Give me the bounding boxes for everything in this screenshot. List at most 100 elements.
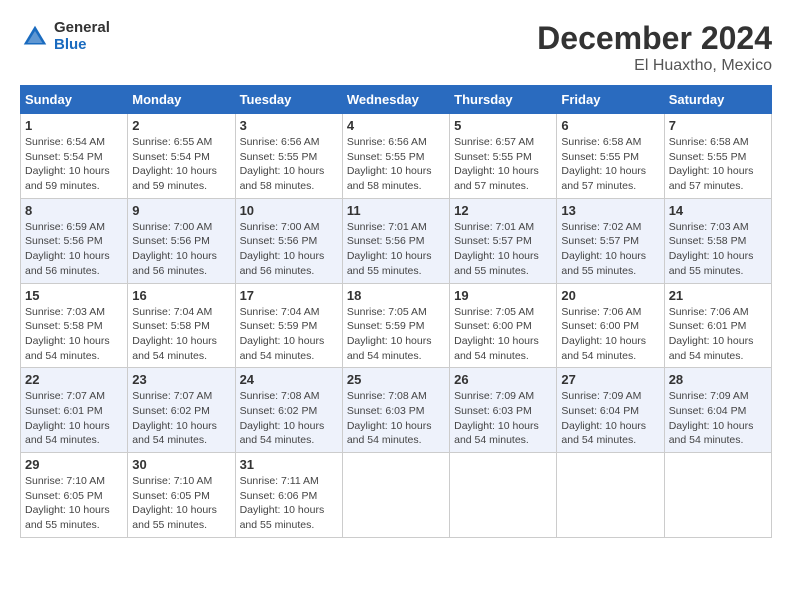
day-number: 30: [132, 457, 230, 472]
list-item: 19Sunrise: 7:05 AM Sunset: 6:00 PM Dayli…: [450, 283, 557, 368]
day-info: Sunrise: 7:10 AM Sunset: 6:05 PM Dayligh…: [25, 474, 123, 533]
day-number: 6: [561, 118, 659, 133]
day-number: 18: [347, 288, 445, 303]
list-item: 8 Sunrise: 6:59 AM Sunset: 5:56 PM Daylig…: [21, 198, 128, 283]
day-number: 21: [669, 288, 767, 303]
day-info: Sunrise: 6:55 AM Sunset: 5:54 PM Dayligh…: [132, 135, 230, 194]
list-item: 1 Sunrise: 6:54 AM Sunset: 5:54 PM Daylig…: [21, 114, 128, 199]
day-info: Sunrise: 7:05 AM Sunset: 5:59 PM Dayligh…: [347, 305, 445, 364]
list-item: 4 Sunrise: 6:56 AM Sunset: 5:55 PM Daylig…: [342, 114, 449, 199]
table-row: 22 Sunrise: 7:07 AM Sunset: 6:01 PM Dayli…: [21, 368, 772, 453]
table-row: 15 Sunrise: 7:03 AM Sunset: 5:58 PM Dayli…: [21, 283, 772, 368]
day-number: 28: [669, 372, 767, 387]
list-item: 13 Sunrise: 7:02 AM Sunset: 5:57 PM Dayli…: [557, 198, 664, 283]
day-info: Sunrise: 7:07 AM Sunset: 6:02 PM Dayligh…: [132, 389, 230, 448]
location-title: El Huaxtho, Mexico: [537, 57, 772, 75]
list-item: 27Sunrise: 7:09 AM Sunset: 6:04 PM Dayli…: [557, 368, 664, 453]
day-info: Sunrise: 7:02 AM Sunset: 5:57 PM Dayligh…: [561, 220, 659, 279]
day-info: Sunrise: 7:00 AM Sunset: 5:56 PM Dayligh…: [240, 220, 338, 279]
list-item: 26 Sunrise: 7:09 AM Sunset: 6:03 PM Dayli…: [450, 368, 557, 453]
list-item: 3Sunrise: 6:56 AM Sunset: 5:55 PM Daylig…: [235, 114, 342, 199]
col-sunday: Sunday: [21, 86, 128, 114]
day-number: 15: [25, 288, 123, 303]
list-item: 31 Sunrise: 7:11 AM Sunset: 6:06 PM Dayli…: [235, 453, 342, 538]
logo-icon: [20, 22, 50, 52]
day-info: Sunrise: 7:09 AM Sunset: 6:03 PM Dayligh…: [454, 389, 552, 448]
list-item: 15 Sunrise: 7:03 AM Sunset: 5:58 PM Dayli…: [21, 283, 128, 368]
list-item: 12Sunrise: 7:01 AM Sunset: 5:57 PM Dayli…: [450, 198, 557, 283]
day-info: Sunrise: 7:06 AM Sunset: 6:00 PM Dayligh…: [561, 305, 659, 364]
month-title: December 2024: [537, 20, 772, 57]
list-item: 9Sunrise: 7:00 AM Sunset: 5:56 PM Daylig…: [128, 198, 235, 283]
day-info: Sunrise: 6:56 AM Sunset: 5:55 PM Dayligh…: [347, 135, 445, 194]
list-item: 16Sunrise: 7:04 AM Sunset: 5:58 PM Dayli…: [128, 283, 235, 368]
list-item: [342, 453, 449, 538]
list-item: 29Sunrise: 7:10 AM Sunset: 6:05 PM Dayli…: [21, 453, 128, 538]
day-number: 22: [25, 372, 123, 387]
day-number: 17: [240, 288, 338, 303]
list-item: 20Sunrise: 7:06 AM Sunset: 6:00 PM Dayli…: [557, 283, 664, 368]
list-item: 6 Sunrise: 6:58 AM Sunset: 5:55 PM Daylig…: [557, 114, 664, 199]
day-number: 11: [347, 203, 445, 218]
day-info: Sunrise: 7:11 AM Sunset: 6:06 PM Dayligh…: [240, 474, 338, 533]
day-info: Sunrise: 7:07 AM Sunset: 6:01 PM Dayligh…: [25, 389, 123, 448]
col-wednesday: Wednesday: [342, 86, 449, 114]
list-item: 17 Sunrise: 7:04 AM Sunset: 5:59 PM Dayli…: [235, 283, 342, 368]
day-number: 10: [240, 203, 338, 218]
day-number: 1: [25, 118, 123, 133]
day-number: 5: [454, 118, 552, 133]
logo-text: General Blue: [54, 20, 110, 53]
day-number: 26: [454, 372, 552, 387]
col-tuesday: Tuesday: [235, 86, 342, 114]
logo-general-text: General: [54, 20, 110, 37]
header: General Blue December 2024 El Huaxtho, M…: [20, 20, 772, 75]
list-item: 2 Sunrise: 6:55 AM Sunset: 5:54 PM Daylig…: [128, 114, 235, 199]
day-info: Sunrise: 7:01 AM Sunset: 5:56 PM Dayligh…: [347, 220, 445, 279]
day-info: Sunrise: 7:04 AM Sunset: 5:59 PM Dayligh…: [240, 305, 338, 364]
col-saturday: Saturday: [664, 86, 771, 114]
day-number: 27: [561, 372, 659, 387]
table-row: 8 Sunrise: 6:59 AM Sunset: 5:56 PM Daylig…: [21, 198, 772, 283]
day-info: Sunrise: 7:03 AM Sunset: 5:58 PM Dayligh…: [25, 305, 123, 364]
day-number: 13: [561, 203, 659, 218]
list-item: 10 Sunrise: 7:00 AM Sunset: 5:56 PM Dayli…: [235, 198, 342, 283]
day-info: Sunrise: 6:54 AM Sunset: 5:54 PM Dayligh…: [25, 135, 123, 194]
list-item: 14 Sunrise: 7:03 AM Sunset: 5:58 PM Dayli…: [664, 198, 771, 283]
day-info: Sunrise: 7:09 AM Sunset: 6:04 PM Dayligh…: [669, 389, 767, 448]
col-friday: Friday: [557, 86, 664, 114]
list-item: [557, 453, 664, 538]
day-info: Sunrise: 7:03 AM Sunset: 5:58 PM Dayligh…: [669, 220, 767, 279]
day-info: Sunrise: 7:01 AM Sunset: 5:57 PM Dayligh…: [454, 220, 552, 279]
logo-blue-text: Blue: [54, 37, 110, 54]
table-row: 1 Sunrise: 6:54 AM Sunset: 5:54 PM Daylig…: [21, 114, 772, 199]
day-info: Sunrise: 7:06 AM Sunset: 6:01 PM Dayligh…: [669, 305, 767, 364]
day-number: 19: [454, 288, 552, 303]
logo: General Blue: [20, 20, 110, 53]
day-number: 14: [669, 203, 767, 218]
list-item: 28 Sunrise: 7:09 AM Sunset: 6:04 PM Dayli…: [664, 368, 771, 453]
calendar-header-row: Sunday Monday Tuesday Wednesday Thursday…: [21, 86, 772, 114]
day-info: Sunrise: 7:00 AM Sunset: 5:56 PM Dayligh…: [132, 220, 230, 279]
list-item: [450, 453, 557, 538]
calendar-table: Sunday Monday Tuesday Wednesday Thursday…: [20, 85, 772, 538]
list-item: 11 Sunrise: 7:01 AM Sunset: 5:56 PM Dayli…: [342, 198, 449, 283]
col-thursday: Thursday: [450, 86, 557, 114]
list-item: 23Sunrise: 7:07 AM Sunset: 6:02 PM Dayli…: [128, 368, 235, 453]
day-info: Sunrise: 6:58 AM Sunset: 5:55 PM Dayligh…: [561, 135, 659, 194]
day-number: 4: [347, 118, 445, 133]
day-number: 3: [240, 118, 338, 133]
day-number: 2: [132, 118, 230, 133]
day-info: Sunrise: 7:08 AM Sunset: 6:03 PM Dayligh…: [347, 389, 445, 448]
day-number: 16: [132, 288, 230, 303]
day-info: Sunrise: 6:58 AM Sunset: 5:55 PM Dayligh…: [669, 135, 767, 194]
list-item: 25 Sunrise: 7:08 AM Sunset: 6:03 PM Dayli…: [342, 368, 449, 453]
day-number: 24: [240, 372, 338, 387]
day-number: 25: [347, 372, 445, 387]
list-item: 30Sunrise: 7:10 AM Sunset: 6:05 PM Dayli…: [128, 453, 235, 538]
day-number: 31: [240, 457, 338, 472]
day-info: Sunrise: 6:57 AM Sunset: 5:55 PM Dayligh…: [454, 135, 552, 194]
day-number: 8: [25, 203, 123, 218]
title-area: December 2024 El Huaxtho, Mexico: [537, 20, 772, 75]
day-info: Sunrise: 6:59 AM Sunset: 5:56 PM Dayligh…: [25, 220, 123, 279]
day-info: Sunrise: 7:08 AM Sunset: 6:02 PM Dayligh…: [240, 389, 338, 448]
